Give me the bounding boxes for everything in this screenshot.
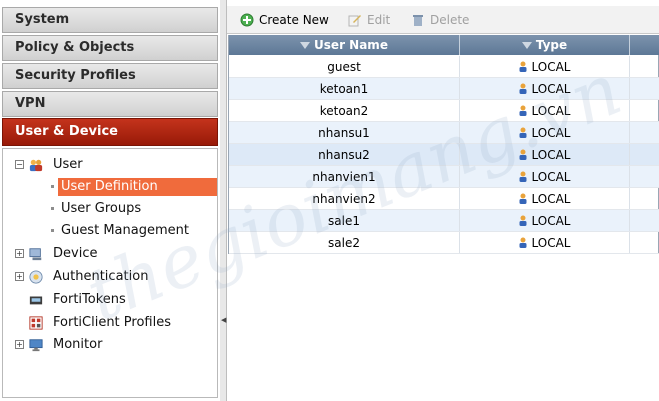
cell-type: LOCAL xyxy=(460,100,630,121)
cell-user-name: sale1 xyxy=(229,210,460,231)
user-icon xyxy=(519,233,527,255)
forticlient-icon xyxy=(29,316,43,330)
device-icon xyxy=(29,248,42,261)
tree-item-fortitokens[interactable]: FortiTokens xyxy=(15,290,215,310)
tree-label-fortitokens: FortiTokens xyxy=(53,292,126,307)
tree-label-user: User xyxy=(53,157,83,172)
tree-bullet xyxy=(51,185,54,188)
column-header-extra xyxy=(630,35,659,55)
expand-icon[interactable]: + xyxy=(15,249,24,258)
tree-item-authentication[interactable]: + Authentication xyxy=(15,267,215,287)
tree-bullet xyxy=(51,229,54,232)
filter-icon[interactable] xyxy=(521,42,532,49)
table-row[interactable]: ketoan1 LOCAL xyxy=(229,78,659,100)
cell-user-name: ketoan1 xyxy=(229,78,460,99)
toolbar: Create New Edit Delete xyxy=(227,6,659,34)
nav-user-device[interactable]: User & Device xyxy=(2,118,218,146)
tree-item-user-groups[interactable]: User Groups xyxy=(58,200,144,218)
sidebar-splitter[interactable]: ◀ xyxy=(220,0,227,401)
nav-security-profiles[interactable]: Security Profiles xyxy=(2,63,218,89)
column-header-user-name[interactable]: User Name xyxy=(229,35,460,55)
edit-icon xyxy=(348,15,361,27)
nav-system[interactable]: System xyxy=(2,7,218,33)
tree-item-device[interactable]: + Device xyxy=(15,244,215,264)
table-row[interactable]: nhanvien2 LOCAL xyxy=(229,188,659,210)
cell-type: LOCAL xyxy=(460,188,630,209)
cell-type: LOCAL xyxy=(460,144,630,165)
collapse-icon[interactable]: − xyxy=(15,160,24,169)
token-icon xyxy=(29,296,43,305)
cell-user-name: ketoan2 xyxy=(229,100,460,121)
user-table: User Name Type guest LOCAL ketoan1 LOCAL… xyxy=(228,35,659,254)
tree-item-user-definition[interactable]: User Definition xyxy=(58,178,217,196)
user-icon xyxy=(519,145,527,167)
tree-label-authentication: Authentication xyxy=(53,269,149,284)
main-content: Create New Edit Delete User Name Type gu… xyxy=(227,0,659,401)
edit-label: Edit xyxy=(367,13,391,27)
tree-item-guest-management[interactable]: Guest Management xyxy=(58,222,192,240)
create-new-label: Create New xyxy=(259,13,329,27)
table-row[interactable]: sale1 LOCAL xyxy=(229,210,659,232)
column-header-type[interactable]: Type xyxy=(460,35,630,55)
table-row[interactable]: nhanvien1 LOCAL xyxy=(229,166,659,188)
collapse-arrow-icon[interactable]: ◀ xyxy=(221,317,226,324)
tree-item-user[interactable]: − User xyxy=(15,155,215,175)
tree-item-monitor[interactable]: + Monitor xyxy=(15,335,215,355)
tree-item-forticlient-profiles[interactable]: FortiClient Profiles xyxy=(15,313,215,333)
cell-type: LOCAL xyxy=(460,56,630,77)
nav-policy-objects[interactable]: Policy & Objects xyxy=(2,35,218,61)
expand-icon[interactable]: + xyxy=(15,340,24,349)
cell-type: LOCAL xyxy=(460,210,630,231)
expand-icon[interactable]: + xyxy=(15,272,24,281)
tree-label-device: Device xyxy=(53,246,98,261)
nav-vpn[interactable]: VPN xyxy=(2,91,218,117)
tree-bullet xyxy=(51,207,54,210)
table-row[interactable]: guest LOCAL xyxy=(229,56,659,78)
add-icon xyxy=(240,13,254,27)
cell-user-name: nhanvien1 xyxy=(229,166,460,187)
table-row[interactable]: sale2 LOCAL xyxy=(229,232,659,254)
user-icon xyxy=(519,167,527,189)
cell-type: LOCAL xyxy=(460,78,630,99)
table-row[interactable]: nhansu2 LOCAL xyxy=(229,144,659,166)
user-icon xyxy=(519,57,527,79)
tree-label-forticlient-profiles: FortiClient Profiles xyxy=(53,315,171,330)
user-icon xyxy=(519,189,527,211)
trash-icon xyxy=(413,15,423,26)
cell-type: LOCAL xyxy=(460,232,630,253)
cell-user-name: nhansu1 xyxy=(229,122,460,143)
user-icon xyxy=(519,101,527,123)
cell-type: LOCAL xyxy=(460,122,630,143)
sidebar: System Policy & Objects Security Profile… xyxy=(0,0,221,401)
cell-user-name: sale2 xyxy=(229,232,460,253)
cell-user-name: nhanvien2 xyxy=(229,188,460,209)
users-icon xyxy=(29,159,43,172)
monitor-icon xyxy=(29,339,43,352)
table-row[interactable]: ketoan2 LOCAL xyxy=(229,100,659,122)
cell-user-name: nhansu2 xyxy=(229,144,460,165)
tree-label-monitor: Monitor xyxy=(53,337,103,352)
table-header: User Name Type xyxy=(229,35,659,55)
cell-user-name: guest xyxy=(229,56,460,77)
delete-label: Delete xyxy=(430,13,470,27)
navigation-tree: − User User Definition User Groups Guest… xyxy=(2,148,218,398)
authentication-icon xyxy=(29,270,43,284)
user-icon xyxy=(519,79,527,101)
user-icon xyxy=(519,123,527,145)
cell-type: LOCAL xyxy=(460,166,630,187)
table-row[interactable]: nhansu1 LOCAL xyxy=(229,122,659,144)
user-icon xyxy=(519,211,527,233)
filter-icon[interactable] xyxy=(300,42,311,49)
